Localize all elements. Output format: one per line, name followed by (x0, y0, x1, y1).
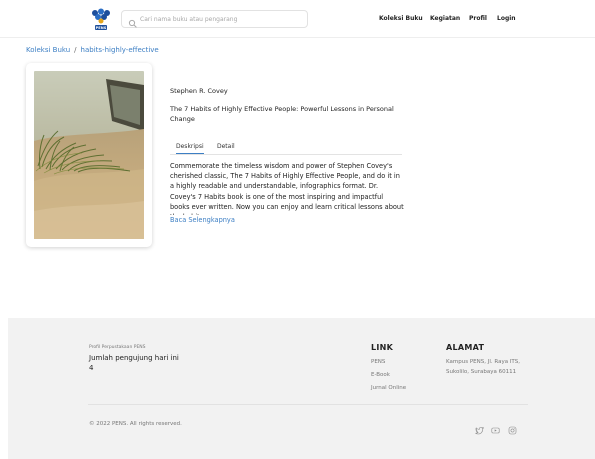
top-navbar: PENS Koleksi Buku Kegiatan Profil Login (0, 0, 595, 38)
footer-address-heading: ALAMAT (446, 343, 485, 352)
footer-link-ebook[interactable]: E-Book (371, 372, 390, 378)
youtube-icon[interactable] (491, 420, 500, 434)
tab-deskripsi[interactable]: Deskripsi (176, 143, 204, 154)
search-icon (128, 14, 138, 28)
book-cover-image (34, 71, 144, 239)
instagram-icon[interactable] (508, 420, 517, 435)
book-tabs: Deskripsi Detail (170, 143, 402, 155)
footer-link-pens[interactable]: PENS (371, 359, 385, 365)
book-cover-card (26, 63, 152, 247)
book-author: Stephen R. Covey (170, 87, 228, 95)
book-description: Commemorate the timeless wisdom and powe… (170, 162, 404, 215)
footer-link-jurnal-online[interactable]: Jurnal Online (371, 385, 406, 391)
footer-link-heading: LINK (371, 343, 394, 352)
search-bar[interactable] (121, 10, 308, 28)
footer-library-label: Profil Perpustakaan PENS (89, 345, 146, 350)
breadcrumb: Koleksi Buku / habits-highly-effective (26, 46, 159, 54)
footer: Profil Perpustakaan PENS Jumlah pengujun… (8, 318, 595, 459)
tab-detail[interactable]: Detail (217, 143, 235, 150)
nav-koleksi-buku[interactable]: Koleksi Buku (379, 15, 423, 22)
nav-profil[interactable]: Profil (469, 15, 487, 22)
nav-login[interactable]: Login (497, 15, 516, 22)
footer-visitors-count: 4 (89, 364, 94, 372)
nav-kegiatan[interactable]: Kegiatan (430, 15, 460, 22)
breadcrumb-root-link[interactable]: Koleksi Buku (26, 46, 70, 54)
pens-logo[interactable]: PENS (88, 8, 114, 32)
footer-visitors-label: Jumlah pengujung hari ini (89, 354, 179, 362)
twitter-icon[interactable] (475, 420, 484, 435)
search-input[interactable] (140, 12, 304, 26)
breadcrumb-separator: / (74, 46, 77, 54)
footer-copyright: © 2022 PENS. All rights reserved. (89, 421, 182, 427)
footer-divider (88, 404, 528, 405)
logo-text: PENS (96, 26, 107, 30)
book-title: The 7 Habits of Highly Effective People:… (170, 105, 394, 123)
read-more-link[interactable]: Baca Selengkapnya (170, 216, 235, 224)
breadcrumb-current[interactable]: habits-highly-effective (81, 46, 159, 54)
footer-address: Kampus PENS, Jl. Raya ITS, Sukolilo, Sur… (446, 359, 521, 375)
